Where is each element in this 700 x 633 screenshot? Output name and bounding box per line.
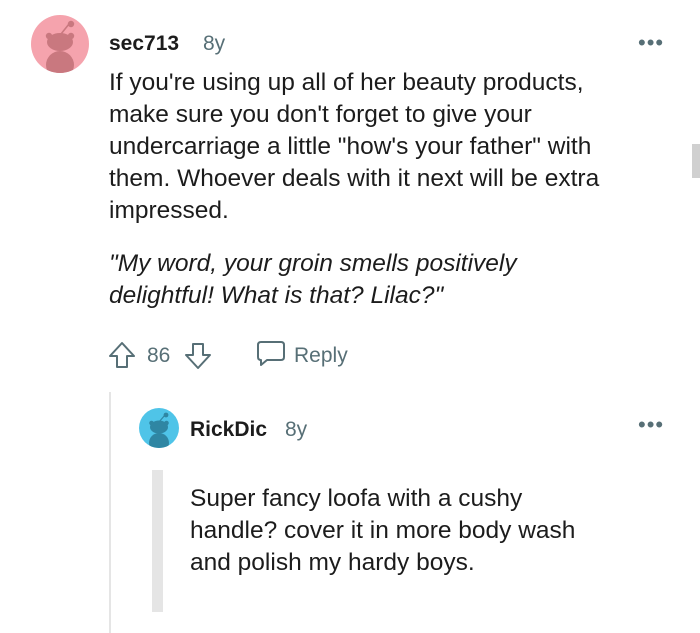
snoo-avatar-icon (45, 20, 75, 73)
comment-quote: "My word, your groin smells positively d… (109, 248, 517, 312)
comment-username[interactable]: sec713 (109, 32, 179, 56)
downvote-arrow-icon (185, 343, 211, 369)
comment-bubble-icon (257, 341, 285, 366)
comment-quote-line: "My word, your groin smells positively (109, 250, 517, 277)
avatar[interactable] (31, 15, 89, 73)
reply-age: 8y (285, 418, 308, 441)
reply-body-line: and polish my hardy boys. (190, 549, 475, 576)
scrollbar-thumb[interactable] (692, 144, 700, 178)
comment-body-line: make sure you don't forget to give your (109, 101, 532, 128)
comment-quote-line: delightful! What is that? Lilac?" (109, 282, 444, 309)
comment-age: 8y (203, 32, 226, 55)
more-options-icon[interactable]: ••• (638, 414, 664, 436)
comment-body-line: impressed. (109, 197, 229, 224)
reply-body-line: handle? cover it in more body wash (190, 517, 576, 544)
reply-body-line: Super fancy loofa with a cushy (190, 485, 523, 512)
reply-body: Super fancy loofa with a cushy handle? c… (190, 483, 575, 579)
snoo-avatar-icon (149, 412, 169, 448)
downvote-button[interactable] (183, 341, 215, 371)
comment-body-line: If you're using up all of her beauty pro… (109, 69, 584, 96)
more-options-icon[interactable]: ••• (638, 32, 664, 54)
reply-username[interactable]: RickDic (190, 418, 267, 442)
comment-body-line: undercarriage a little "how's your fathe… (109, 133, 592, 160)
upvote-arrow-icon (109, 342, 135, 368)
vote-count: 86 (147, 344, 171, 367)
reply-thread-line[interactable] (152, 470, 163, 612)
reply-label: Reply (294, 344, 348, 367)
upvote-button[interactable] (107, 340, 139, 370)
comment-body-line: them. Whoever deals with it next will be… (109, 165, 600, 192)
comment-body: If you're using up all of her beauty pro… (109, 67, 599, 227)
thread-line[interactable] (109, 392, 111, 633)
reply-button[interactable]: Reply (255, 339, 355, 371)
avatar[interactable] (139, 408, 179, 448)
